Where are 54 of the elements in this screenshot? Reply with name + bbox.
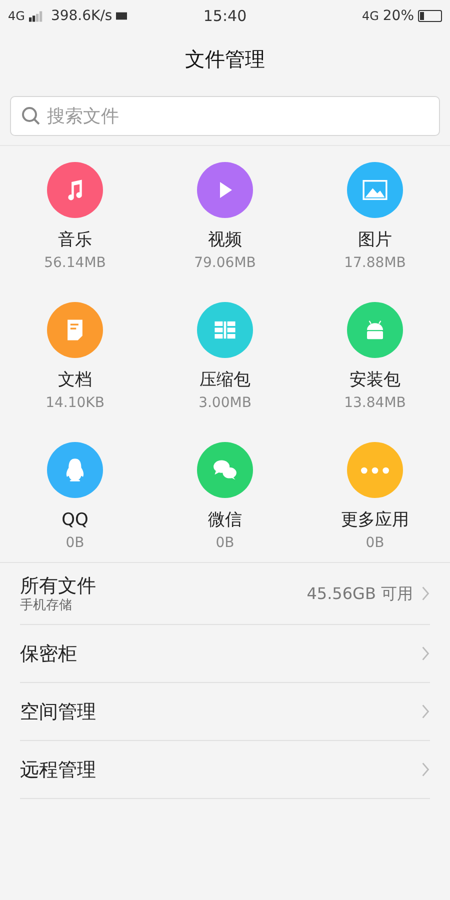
category-item[interactable]: QQ 0B	[0, 442, 150, 552]
category-size: 3.00MB	[198, 394, 252, 412]
storage-available: 45.56GB 可用	[306, 582, 413, 604]
category-item[interactable]: 更多应用 0B	[300, 442, 450, 552]
category-size: 56.14MB	[44, 254, 106, 272]
chevron-right-icon	[421, 646, 430, 661]
search-field[interactable]: 搜索文件	[10, 96, 440, 136]
network-type: 4G	[362, 8, 379, 25]
category-size: 0B	[366, 534, 384, 552]
category-label: 安装包	[350, 370, 400, 390]
more-icon	[361, 466, 389, 474]
category-size: 13.84MB	[344, 394, 406, 412]
network-speed: 398.6K/s	[50, 6, 112, 26]
category-label: 视频	[208, 230, 242, 250]
category-label: 音乐	[58, 230, 92, 250]
category-label: 更多应用	[341, 510, 409, 530]
list-item-sublabel: 手机存储	[20, 598, 73, 614]
category-item[interactable]: 微信 0B	[150, 442, 300, 552]
category-item[interactable]: 音乐 56.14MB	[0, 162, 150, 272]
category-label: 文档	[58, 370, 92, 390]
list-item[interactable]: 所有文件 手机存储 45.56GB 可用	[20, 563, 430, 625]
list-item[interactable]: 保密柜	[20, 625, 430, 683]
hd-icon	[116, 12, 128, 20]
list-item[interactable]: 远程管理	[20, 741, 430, 799]
chevron-right-icon	[421, 586, 430, 601]
chevron-right-icon	[421, 704, 430, 719]
chevron-right-icon	[421, 762, 430, 777]
category-label: 微信	[208, 510, 242, 530]
category-label: 压缩包	[200, 370, 250, 390]
category-item[interactable]: 图片 17.88MB	[300, 162, 450, 272]
category-label: 图片	[358, 230, 392, 250]
category-size: 79.06MB	[194, 254, 256, 272]
list-item-label: 空间管理	[20, 700, 97, 724]
network-type: 4G	[8, 8, 25, 25]
list-item-label: 保密柜	[20, 642, 78, 666]
category-size: 14.10KB	[46, 394, 104, 412]
list-item-label: 远程管理	[20, 758, 97, 782]
category-size: 17.88MB	[344, 254, 406, 272]
list-item[interactable]: 空间管理	[20, 683, 430, 741]
category-item[interactable]: 压缩包 3.00MB	[150, 302, 300, 412]
signal-icon	[28, 10, 43, 22]
battery-icon	[418, 10, 442, 22]
category-label: QQ	[62, 510, 88, 530]
category-item[interactable]: 视频 79.06MB	[150, 162, 300, 272]
search-input[interactable]: 搜索文件	[47, 102, 429, 130]
battery-percent: 20%	[382, 6, 414, 26]
category-size: 0B	[66, 534, 84, 552]
category-item[interactable]: 安装包 13.84MB	[300, 302, 450, 412]
page-title: 文件管理	[185, 46, 265, 73]
list-item-label: 所有文件	[20, 574, 97, 598]
clock: 15:40	[203, 6, 247, 27]
category-size: 0B	[216, 534, 234, 552]
search-icon	[21, 106, 41, 126]
category-item[interactable]: 文档 14.10KB	[0, 302, 150, 412]
